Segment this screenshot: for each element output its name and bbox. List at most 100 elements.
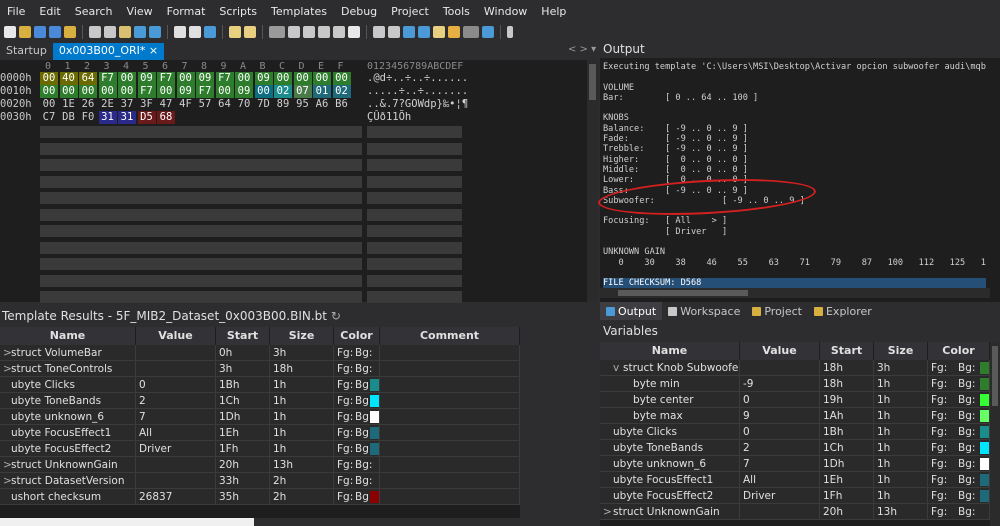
hex-byte[interactable]: 00 bbox=[313, 72, 331, 85]
menu-item[interactable]: Project bbox=[384, 5, 436, 18]
hex-byte[interactable]: DB bbox=[60, 111, 78, 124]
hex-byte[interactable]: 00 bbox=[293, 72, 312, 85]
copy-icon[interactable] bbox=[104, 26, 116, 38]
tab-output[interactable]: Output bbox=[600, 302, 663, 320]
close-icon[interactable]: × bbox=[149, 44, 158, 57]
save-icon[interactable] bbox=[34, 26, 46, 38]
menu-item[interactable]: Debug bbox=[334, 5, 384, 18]
hex-ascii[interactable]: ..&.7?GOWdp}‰•¦¶ bbox=[367, 98, 468, 111]
goto-icon[interactable] bbox=[204, 26, 216, 38]
hex-byte[interactable]: 09 bbox=[196, 72, 214, 85]
table-row[interactable]: ubyte unknown_6 7 1Dh 1h Fg: Bg: bbox=[600, 456, 990, 472]
table-row[interactable]: >struct UnknownGain 20h 13h Fg: Bg: bbox=[0, 457, 520, 473]
table-row[interactable]: byte max 9 1Ah 1h Fg: Bg: bbox=[600, 408, 990, 424]
new-file-icon[interactable] bbox=[4, 26, 16, 38]
hex-byte[interactable]: 37 bbox=[118, 98, 136, 111]
table-row[interactable]: ubyte FocusEffect2 Driver 1Fh 1h Fg: Bg: bbox=[600, 488, 990, 504]
table-row[interactable]: byte center 0 19h 1h Fg: Bg: bbox=[600, 392, 990, 408]
table-row[interactable]: >struct UnknownGain 20h 13h Fg: Bg: bbox=[600, 504, 990, 520]
hex-byte[interactable]: 02 bbox=[332, 85, 351, 98]
hex-byte[interactable]: 26 bbox=[79, 98, 97, 111]
output-hscroll-thumb[interactable] bbox=[618, 290, 748, 296]
hex-byte[interactable]: 3F bbox=[138, 98, 156, 111]
menu-item[interactable]: Scripts bbox=[212, 5, 264, 18]
hex-byte[interactable]: 70 bbox=[235, 98, 253, 111]
hex-byte[interactable]: 00 bbox=[40, 98, 58, 111]
grid-icon[interactable] bbox=[318, 26, 330, 38]
open-folder-icon[interactable] bbox=[19, 26, 31, 38]
table-row[interactable]: >struct DatasetVersion 33h 2h Fg: Bg: bbox=[0, 473, 520, 489]
table-row[interactable]: ubyte FocusEffect1 All 1Eh 1h Fg: Bg: bbox=[600, 472, 990, 488]
hex-byte[interactable]: F7 bbox=[215, 72, 234, 85]
expand-icon[interactable]: > bbox=[603, 504, 613, 519]
hex-byte[interactable]: 7D bbox=[255, 98, 273, 111]
tab-explorer[interactable]: Explorer bbox=[808, 302, 878, 320]
table-row[interactable]: ubyte FocusEffect1 All 1Eh 1h Fg: Bg: bbox=[0, 425, 520, 441]
tab-nav-arrows[interactable]: < > ▾ bbox=[568, 44, 596, 55]
hex-byte[interactable]: 00 bbox=[40, 72, 58, 85]
hex-byte[interactable]: 00 bbox=[118, 85, 136, 98]
hex-byte[interactable]: 47 bbox=[157, 98, 175, 111]
menu-item[interactable]: Tools bbox=[436, 5, 477, 18]
hex-byte[interactable]: 00 bbox=[98, 85, 117, 98]
column-header-value[interactable]: Value bbox=[740, 342, 820, 360]
table-row[interactable]: byte min -9 18h 1h Fg: Bg: bbox=[600, 376, 990, 392]
template-icon[interactable] bbox=[244, 26, 256, 38]
hex-ascii[interactable]: ÇÛð11Õh bbox=[367, 111, 411, 124]
column-header-comment[interactable]: Comment bbox=[380, 327, 520, 345]
hex-editor[interactable]: 0000h 00 40 64 F7 00 09 F7 00 09 F7 00 09 00 00 00 00 .@d… bbox=[0, 72, 598, 303]
hex-byte[interactable]: 64 bbox=[79, 72, 97, 85]
column-header-color[interactable]: Color bbox=[334, 327, 380, 345]
compare-icon[interactable] bbox=[373, 26, 385, 38]
hex-byte[interactable]: 00 bbox=[40, 85, 58, 98]
menu-item[interactable]: File bbox=[0, 5, 32, 18]
hex-ascii[interactable]: .@d÷..÷..÷...... bbox=[367, 72, 468, 85]
tab-project[interactable]: Project bbox=[746, 302, 808, 320]
hex-byte[interactable]: 02 bbox=[274, 85, 292, 98]
table-row[interactable]: ushort checksum 26837 35h 2h Fg: Bg: bbox=[0, 489, 520, 505]
hex-byte[interactable]: 31 bbox=[98, 111, 117, 124]
folder-icon[interactable] bbox=[64, 26, 76, 38]
column-header-size[interactable]: Size bbox=[270, 327, 334, 345]
column-header-name[interactable]: Name bbox=[600, 342, 740, 360]
hex-byte[interactable]: 68 bbox=[157, 111, 175, 124]
hex-byte[interactable]: 07 bbox=[293, 85, 312, 98]
chart-icon[interactable] bbox=[418, 26, 430, 38]
menu-item[interactable]: Search bbox=[68, 5, 120, 18]
hex-byte[interactable]: F7 bbox=[196, 85, 214, 98]
hex-byte[interactable]: 00 bbox=[254, 85, 273, 98]
column-header-start[interactable]: Start bbox=[820, 342, 874, 360]
table-row[interactable]: >struct ToneControls 3h 18h Fg: Bg: bbox=[0, 361, 520, 377]
hex-byte[interactable]: 00 bbox=[215, 85, 234, 98]
table-row[interactable]: v struct Knob Subwoofer 18h 3h Fg: Bg: bbox=[600, 360, 990, 376]
table-row[interactable]: >struct VolumeBar 0h 3h Fg: Bg: bbox=[0, 345, 520, 361]
hex-byte[interactable]: 57 bbox=[196, 98, 214, 111]
expand-icon[interactable]: > bbox=[3, 345, 12, 360]
hex-byte[interactable]: 00 bbox=[274, 72, 292, 85]
script-icon[interactable] bbox=[229, 26, 241, 38]
paragraph-icon[interactable] bbox=[303, 26, 315, 38]
hex-byte[interactable]: 00 bbox=[79, 85, 97, 98]
expand-icon[interactable]: v bbox=[613, 360, 623, 375]
menu-item[interactable]: Templates bbox=[264, 5, 334, 18]
expand-icon[interactable]: > bbox=[3, 457, 12, 472]
hex-byte[interactable]: 00 bbox=[118, 72, 136, 85]
hex-byte[interactable]: 95 bbox=[294, 98, 312, 111]
hex-scrollbar-thumb[interactable] bbox=[589, 64, 596, 100]
menu-item[interactable]: Window bbox=[477, 5, 534, 18]
hex-byte[interactable]: 01 bbox=[313, 85, 331, 98]
menu-item[interactable]: Help bbox=[534, 5, 573, 18]
replace-icon[interactable] bbox=[189, 26, 201, 38]
find-icon[interactable] bbox=[174, 26, 186, 38]
table-row[interactable]: ubyte unknown_6 7 1Dh 1h Fg: Bg: bbox=[0, 409, 520, 425]
column-header-start[interactable]: Start bbox=[216, 327, 270, 345]
table-row[interactable]: ubyte Clicks 0 1Bh 1h Fg: Bg: bbox=[0, 377, 520, 393]
hex-ascii[interactable]: .....÷..÷....... bbox=[367, 85, 468, 98]
hex-byte[interactable]: F7 bbox=[157, 72, 175, 85]
column-header-size[interactable]: Size bbox=[874, 342, 928, 360]
hex-byte[interactable]: B6 bbox=[333, 98, 351, 111]
hex-byte[interactable]: 40 bbox=[59, 72, 78, 85]
text-icon[interactable] bbox=[288, 26, 300, 38]
settings-icon[interactable] bbox=[482, 26, 494, 38]
column-header-color[interactable]: Color bbox=[928, 342, 990, 360]
